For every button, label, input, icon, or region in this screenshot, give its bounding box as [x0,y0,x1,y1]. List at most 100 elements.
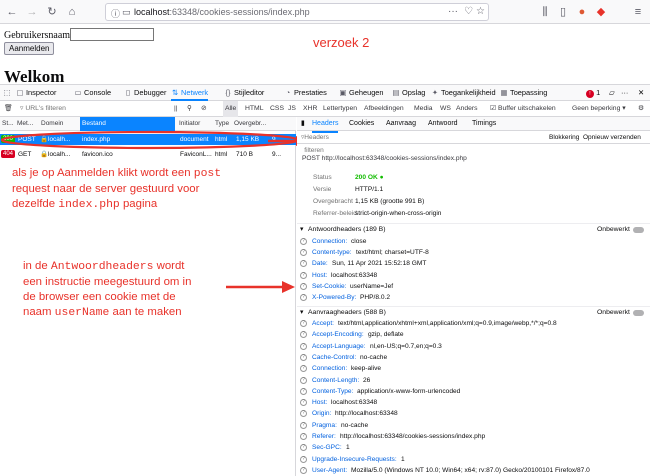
header-name: Host: [312,271,328,279]
header-name: Accept: [312,320,334,327]
help-icon[interactable]: ? [300,365,307,373]
header-value: PHP/8.0.2 [360,294,391,301]
header-name: Cache-Control: [312,353,357,361]
raw-toggle-label: Onbewerkt [597,309,630,316]
header-row[interactable]: ? Cache-Control: no-cache [297,353,650,363]
help-icon[interactable]: ? [300,444,307,452]
header-name: Host: [312,399,328,407]
help-icon[interactable]: ? [300,238,307,245]
request-line: POST http://localhost:63348/cookies-sess… [302,155,467,162]
annotation-post-request: als je op Aanmelden klikt wordt een post… [12,167,222,211]
headers-filter-input[interactable]: ▿ Headers filteren [301,131,329,154]
header-value: no-cache [341,421,369,429]
help-icon[interactable]: ? [300,294,307,301]
header-value: no-cache [360,353,388,361]
header-name: Origin: [312,410,332,418]
help-icon[interactable]: ? [300,353,307,361]
help-icon[interactable]: ? [300,260,307,268]
header-name: Content-Length: [312,376,360,384]
header-row[interactable]: ? Date: Sun, 11 Apr 2021 15:52:18 GMT [297,259,650,269]
header-value: text/html; charset=UTF-8 [356,249,429,257]
help-icon[interactable]: ? [300,387,307,395]
raw-toggle-label: Onbewerkt [597,226,630,233]
help-icon[interactable]: ? [300,399,307,407]
header-name: Referer: [312,433,336,440]
header-value: text/html,application/xhtml+xml,applicat… [338,320,557,327]
header-row[interactable]: ? Host: localhost:63348 [297,398,650,408]
header-row[interactable]: ? Origin: http://localhost:63348 [297,409,650,419]
help-icon[interactable]: ? [300,421,307,429]
header-value: userName=Jef [350,282,394,290]
help-icon[interactable]: ? [300,433,307,440]
header-row[interactable]: ? Connection: keep-alive [297,364,650,374]
header-row[interactable]: ? Referer: http://localhost:63348/cookies-… [297,432,650,442]
header-row[interactable]: ? X-Powered-By: PHP/8.0.2 [297,293,650,303]
header-row[interactable]: ? Content-Type: application/x-www-form-url… [297,387,650,397]
header-row[interactable]: ? Upgrade-Insecure-Requests: 1 [297,455,650,465]
screenshot-root: ← → ↻ ⌂ ⓘ ▭ localhost:63348/cookies-sess… [0,0,650,476]
header-row[interactable]: ? Accept-Encoding: gzip, deflate [297,330,650,340]
header-name: Upgrade-Insecure-Requests: [312,455,397,463]
help-icon[interactable]: ? [300,410,307,418]
header-value: http://localhost:63348 [335,410,398,418]
header-value: Mozilla/5.0 (Windows NT 10.0; Win64; x64… [351,466,590,474]
help-icon[interactable]: ? [300,455,307,463]
header-value: keep-alive [351,365,382,373]
header-name: Connection: [312,238,348,245]
chevron-down-icon: ▾ [300,226,304,233]
header-value: localhost:63348 [331,399,378,407]
header-name: Content-type: [312,249,352,257]
header-name: X-Powered-By: [312,294,357,301]
block-button[interactable]: Blokkering [549,131,579,144]
header-value: gzip, deflate [368,331,404,339]
header-value: localhost:63348 [331,271,378,279]
details-tabbar: ▮ Headers Cookies Aanvraag Antwoord Timi… [297,117,650,133]
help-icon[interactable]: ? [300,466,307,474]
header-row[interactable]: ? Host: localhost:63348 [297,271,650,281]
header-name: Accept-Encoding: [312,331,364,339]
header-name: Pragma: [312,421,337,429]
header-name: Sec-GPC: [312,444,342,452]
help-icon[interactable]: ? [300,271,307,279]
header-value: 26 [363,376,371,384]
help-icon[interactable]: ? [300,331,307,339]
status-value: 200 OK ● [355,174,384,181]
header-name: User-Agent: [312,466,348,474]
header-row[interactable]: ? Sec-GPC: 1 [297,443,650,453]
header-row[interactable]: ? User-Agent: Mozilla/5.0 (Windows NT 10.0… [297,466,650,476]
tab-response[interactable]: Antwoord [428,117,458,131]
status-ok-icon: ● [379,174,384,181]
header-row[interactable]: ? Content-Length: 26 [297,376,650,386]
header-value: nl,en-US;q=0.7,en;q=0.3 [370,342,442,350]
details-toggle-icon[interactable]: ▮ [301,117,305,131]
help-icon[interactable]: ? [300,342,307,350]
header-row[interactable]: ? Content-type: text/html; charset=UTF-8 [297,248,650,258]
annotation-set-cookie: in de Antwoordheaders wordt een instruct… [23,260,192,319]
header-row[interactable]: ? Set-Cookie: userName=Jef [297,282,650,292]
header-name: Accept-Language: [312,342,366,350]
header-name: Set-Cookie: [312,282,347,290]
tab-request[interactable]: Aanvraag [386,117,416,131]
raw-toggle[interactable] [633,310,644,316]
help-icon[interactable]: ? [300,320,307,327]
help-icon[interactable]: ? [300,282,307,290]
response-headers-section[interactable]: ▾ Antwoordheaders (189 B) Onbewerkt [297,223,650,234]
header-value: close [351,238,367,245]
request-headers-section[interactable]: ▾ Aanvraagheaders (588 B) Onbewerkt [297,306,650,317]
header-value: 1 [401,455,405,463]
help-icon[interactable]: ? [300,376,307,384]
header-name: Content-Type: [312,387,354,395]
resend-button[interactable]: Opnieuw verzenden [583,131,641,144]
header-value: http://localhost:63348/cookies-sessions/… [340,433,486,440]
tab-timings[interactable]: Timings [472,117,496,131]
help-icon[interactable]: ? [300,249,307,257]
header-row[interactable]: ? Accept: text/html,application/xhtml+xml,… [297,319,650,329]
header-row[interactable]: ? Connection: close [297,237,650,247]
header-row[interactable]: ? Accept-Language: nl,en-US;q=0.7,en;q=0.3 [297,342,650,352]
header-row[interactable]: ? Pragma: no-cache [297,421,650,431]
header-name: Date: [312,260,328,268]
tab-cookies[interactable]: Cookies [349,117,374,131]
raw-toggle[interactable] [633,227,644,233]
header-name: Connection: [312,365,348,373]
header-value: Sun, 11 Apr 2021 15:52:18 GMT [332,260,427,268]
